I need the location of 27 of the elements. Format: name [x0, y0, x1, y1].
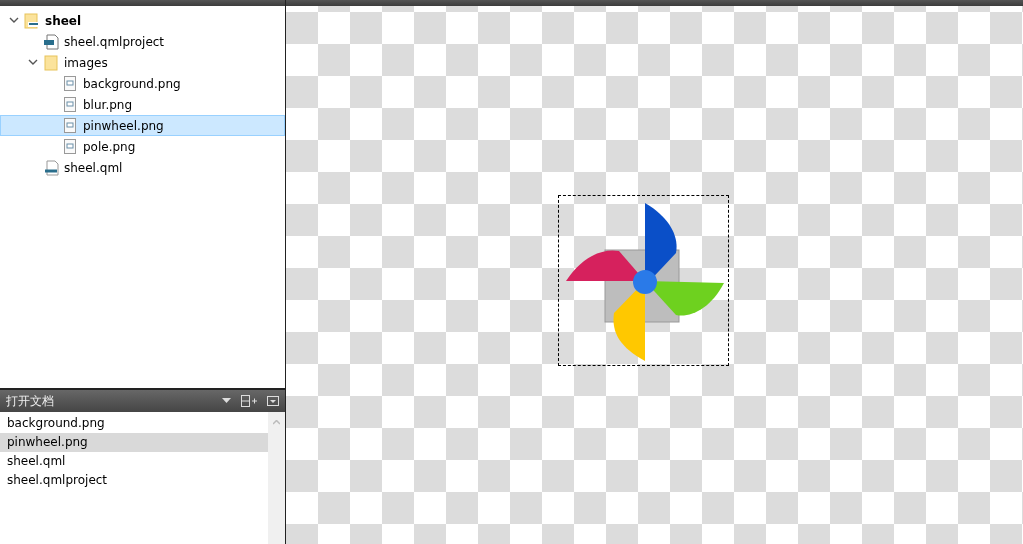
document-item[interactable]: sheel.qmlproject	[0, 471, 268, 490]
tree-item[interactable]: sheel	[0, 10, 285, 31]
panel-title: 打开文档	[6, 392, 55, 410]
qml-folder-icon	[24, 12, 40, 29]
tree-item[interactable]: pinwheel.png	[0, 115, 285, 136]
dropdown-icon[interactable]	[222, 398, 231, 404]
image-file-icon	[64, 118, 76, 133]
tree-item[interactable]: sheel.qmlproject	[0, 31, 285, 52]
chevron-down-icon[interactable]	[9, 17, 19, 24]
folder-icon	[44, 54, 58, 71]
tree-item[interactable]: blur.png	[0, 94, 285, 115]
image-file-icon	[64, 139, 76, 154]
tree-item[interactable]: images	[0, 52, 285, 73]
tree-item[interactable]: pole.png	[0, 136, 285, 157]
close-panel-icon[interactable]	[267, 396, 279, 406]
image-file-icon	[64, 97, 76, 112]
tree-item[interactable]: background.png	[0, 73, 285, 94]
image-file-icon	[64, 76, 76, 91]
project-file-icon	[43, 33, 59, 50]
chevron-down-icon[interactable]	[28, 59, 38, 66]
document-item[interactable]: pinwheel.png	[0, 433, 268, 452]
scrollbar[interactable]	[268, 412, 285, 544]
tree-item[interactable]: sheel.qml	[0, 157, 285, 178]
qml-file-icon	[43, 159, 59, 176]
document-item[interactable]: background.png	[0, 414, 268, 433]
document-item[interactable]: sheel.qml	[0, 452, 268, 471]
split-icon[interactable]	[241, 395, 257, 407]
